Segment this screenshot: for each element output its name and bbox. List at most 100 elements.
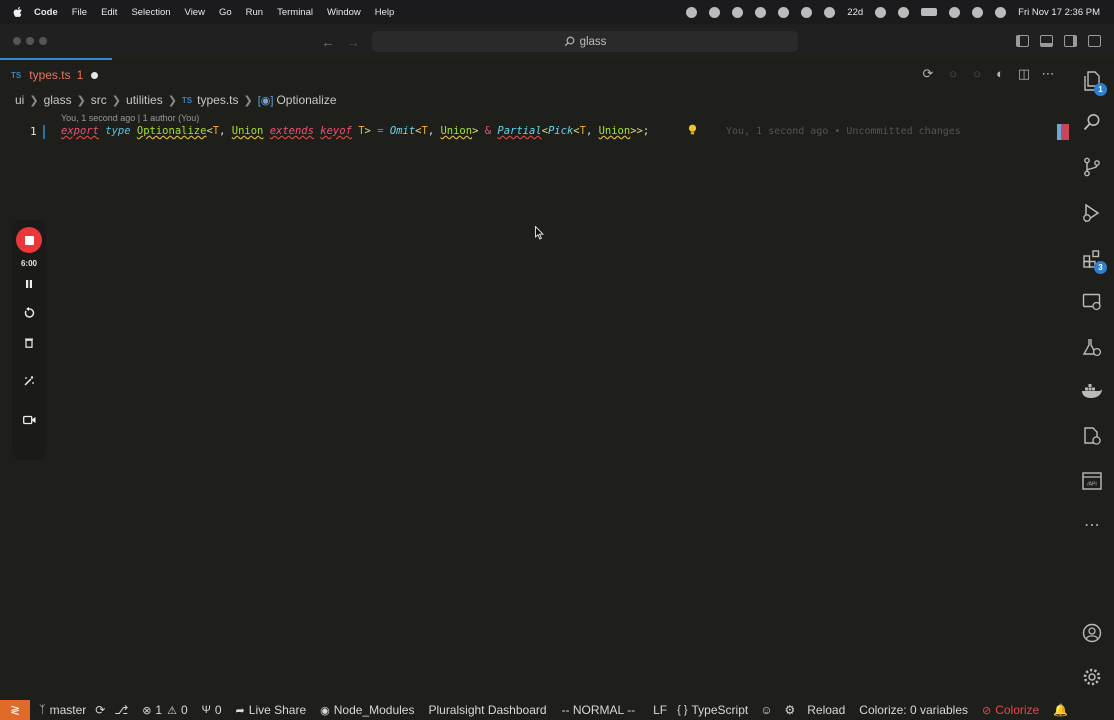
diamond-icon[interactable]	[801, 6, 813, 18]
command-center-search[interactable]: glass	[372, 31, 798, 52]
minimize-window-button[interactable]	[26, 37, 34, 45]
ports-indicator[interactable]: Ψ 0	[202, 703, 222, 717]
minimap[interactable]	[1057, 124, 1069, 140]
more-views-button[interactable]: ⋯	[1081, 515, 1103, 537]
menu-window[interactable]: Window	[327, 7, 361, 18]
previous-change-icon[interactable]: ○	[946, 67, 960, 81]
source-control-button[interactable]	[1081, 156, 1103, 178]
compare-icon[interactable]: ◐	[993, 67, 1007, 81]
cloud-sync-icon[interactable]	[732, 6, 744, 18]
globe-icon[interactable]	[778, 6, 790, 18]
breadcrumb-ui[interactable]: ui	[15, 93, 24, 107]
run-debug-button[interactable]	[1081, 202, 1103, 224]
menu-help[interactable]: Help	[375, 7, 395, 18]
docker-button[interactable]	[1081, 381, 1103, 403]
menu-file[interactable]: File	[72, 7, 87, 18]
type-symbol-icon: [◉]	[257, 94, 274, 107]
flask-icon	[1082, 339, 1102, 357]
open-changes-icon[interactable]: ⟳	[921, 67, 935, 81]
reload-button[interactable]: Reload	[807, 703, 845, 717]
apple-icon[interactable]	[12, 6, 24, 18]
breadcrumb-glass[interactable]: glass	[44, 93, 72, 107]
git-blame-codelens[interactable]: You, 1 second ago | 1 author (You)	[61, 113, 199, 123]
menu-app-name[interactable]: Code	[34, 7, 58, 18]
toggle-sidebar-icon[interactable]	[1016, 35, 1029, 47]
pluralsight-label: Pluralsight Dashboard	[428, 703, 547, 717]
feedback-button[interactable]: ⚙	[784, 703, 795, 717]
accounts-button[interactable]	[1081, 622, 1103, 644]
clock[interactable]: Fri Nov 17 2:36 PM	[1018, 7, 1100, 18]
wifi-icon[interactable]	[949, 6, 961, 18]
more-actions-icon[interactable]: ⋯	[1041, 67, 1055, 81]
record-icon[interactable]	[898, 6, 910, 18]
toggle-secondary-sidebar-icon[interactable]	[1064, 35, 1077, 47]
back-arrow-icon[interactable]: ←	[321, 34, 335, 50]
notifications-button[interactable]: 🔔	[1053, 703, 1068, 717]
gear-icon[interactable]	[686, 6, 698, 18]
toggle-panel-icon[interactable]	[1040, 35, 1053, 47]
status-bar: ≷ ᛉ master ⟳ ⎇ ⊗ 1 ⚠ 0 Ψ 0 ➦ Live Share …	[0, 700, 1114, 720]
remote-explorer-button[interactable]	[1081, 291, 1103, 313]
menu-go[interactable]: Go	[219, 7, 232, 18]
live-share-button[interactable]: ➦ Live Share	[236, 703, 307, 717]
node-modules-button[interactable]: ◉ Node_Modules	[320, 703, 414, 717]
branch-indicator[interactable]: ᛉ master	[39, 703, 86, 717]
ai-icon[interactable]	[709, 6, 721, 18]
manage-settings-button[interactable]	[1081, 666, 1103, 688]
spotlight-search-icon[interactable]	[972, 6, 984, 18]
menu-run[interactable]: Run	[246, 7, 263, 18]
forward-arrow-icon[interactable]: →	[346, 34, 360, 50]
lightbulb-icon[interactable]	[688, 124, 697, 136]
copilot-button[interactable]: ☺	[760, 703, 772, 717]
control-center-icon[interactable]	[995, 6, 1007, 18]
stop-recording-button[interactable]	[16, 227, 42, 253]
unsaved-indicator-icon[interactable]	[91, 71, 99, 79]
colorize-variables-indicator[interactable]: Colorize: 0 variables	[859, 703, 968, 717]
explorer-button[interactable]: 1	[1081, 70, 1107, 96]
git-branch-icon	[1084, 157, 1100, 177]
split-editor-icon[interactable]: ◫	[1017, 67, 1031, 81]
git-branch-icon: ᛉ	[39, 704, 46, 716]
camera-button[interactable]	[21, 412, 37, 428]
problems-indicator[interactable]: ⊗ 1 ⚠ 0	[142, 703, 187, 717]
breadcrumb-file[interactable]: types.ts	[197, 93, 238, 107]
breadcrumb-utilities[interactable]: utilities	[126, 93, 163, 107]
pause-recording-button[interactable]	[21, 276, 37, 292]
zoom-window-button[interactable]	[39, 37, 47, 45]
restart-recording-button[interactable]	[21, 305, 37, 321]
customize-layout-icon[interactable]	[1088, 35, 1101, 47]
days-counter[interactable]: 22d	[847, 7, 863, 18]
sync-button[interactable]: ⟳	[95, 703, 105, 717]
menu-edit[interactable]: Edit	[101, 7, 117, 18]
effects-button[interactable]	[21, 373, 37, 389]
menu-view[interactable]: View	[185, 7, 205, 18]
code-line[interactable]: export type Optionalize<T, Union extends…	[61, 125, 649, 139]
extensions-button[interactable]: 3	[1081, 248, 1107, 274]
test-explorer-button[interactable]	[1081, 425, 1103, 447]
remote-indicator-button[interactable]: ≷	[0, 700, 30, 720]
search-view-button[interactable]	[1081, 111, 1103, 133]
api-client-button[interactable]: /API	[1081, 470, 1103, 492]
pluralsight-dashboard-button[interactable]: Pluralsight Dashboard	[428, 703, 546, 717]
cloud-icon[interactable]	[824, 6, 836, 18]
breadcrumb-src[interactable]: src	[91, 93, 107, 107]
testing-button[interactable]	[1081, 336, 1103, 358]
breadcrumb-symbol[interactable]: Optionalize	[276, 93, 336, 107]
line-ending-button[interactable]: LF	[653, 703, 667, 717]
colorize-toggle-button[interactable]: ⊘ Colorize	[982, 703, 1039, 717]
braces-icon: { }	[677, 704, 688, 716]
tab-types-ts[interactable]: TS types.ts 1	[0, 58, 112, 90]
next-change-icon[interactable]: ○	[970, 67, 984, 81]
language-mode-button[interactable]: { } TypeScript	[677, 703, 748, 717]
colorize-vars-label: Colorize: 0 variables	[859, 703, 968, 717]
delete-recording-button[interactable]	[21, 334, 37, 350]
git-graph-button[interactable]: ⎇	[114, 703, 128, 717]
menu-terminal[interactable]: Terminal	[277, 7, 313, 18]
play-icon[interactable]	[755, 6, 767, 18]
close-window-button[interactable]	[13, 37, 21, 45]
menu-selection[interactable]: Selection	[131, 7, 170, 18]
git-change-marker[interactable]	[43, 125, 45, 139]
battery-icon[interactable]	[921, 8, 938, 16]
moon-icon[interactable]	[875, 6, 887, 18]
code-token: >	[472, 125, 485, 137]
